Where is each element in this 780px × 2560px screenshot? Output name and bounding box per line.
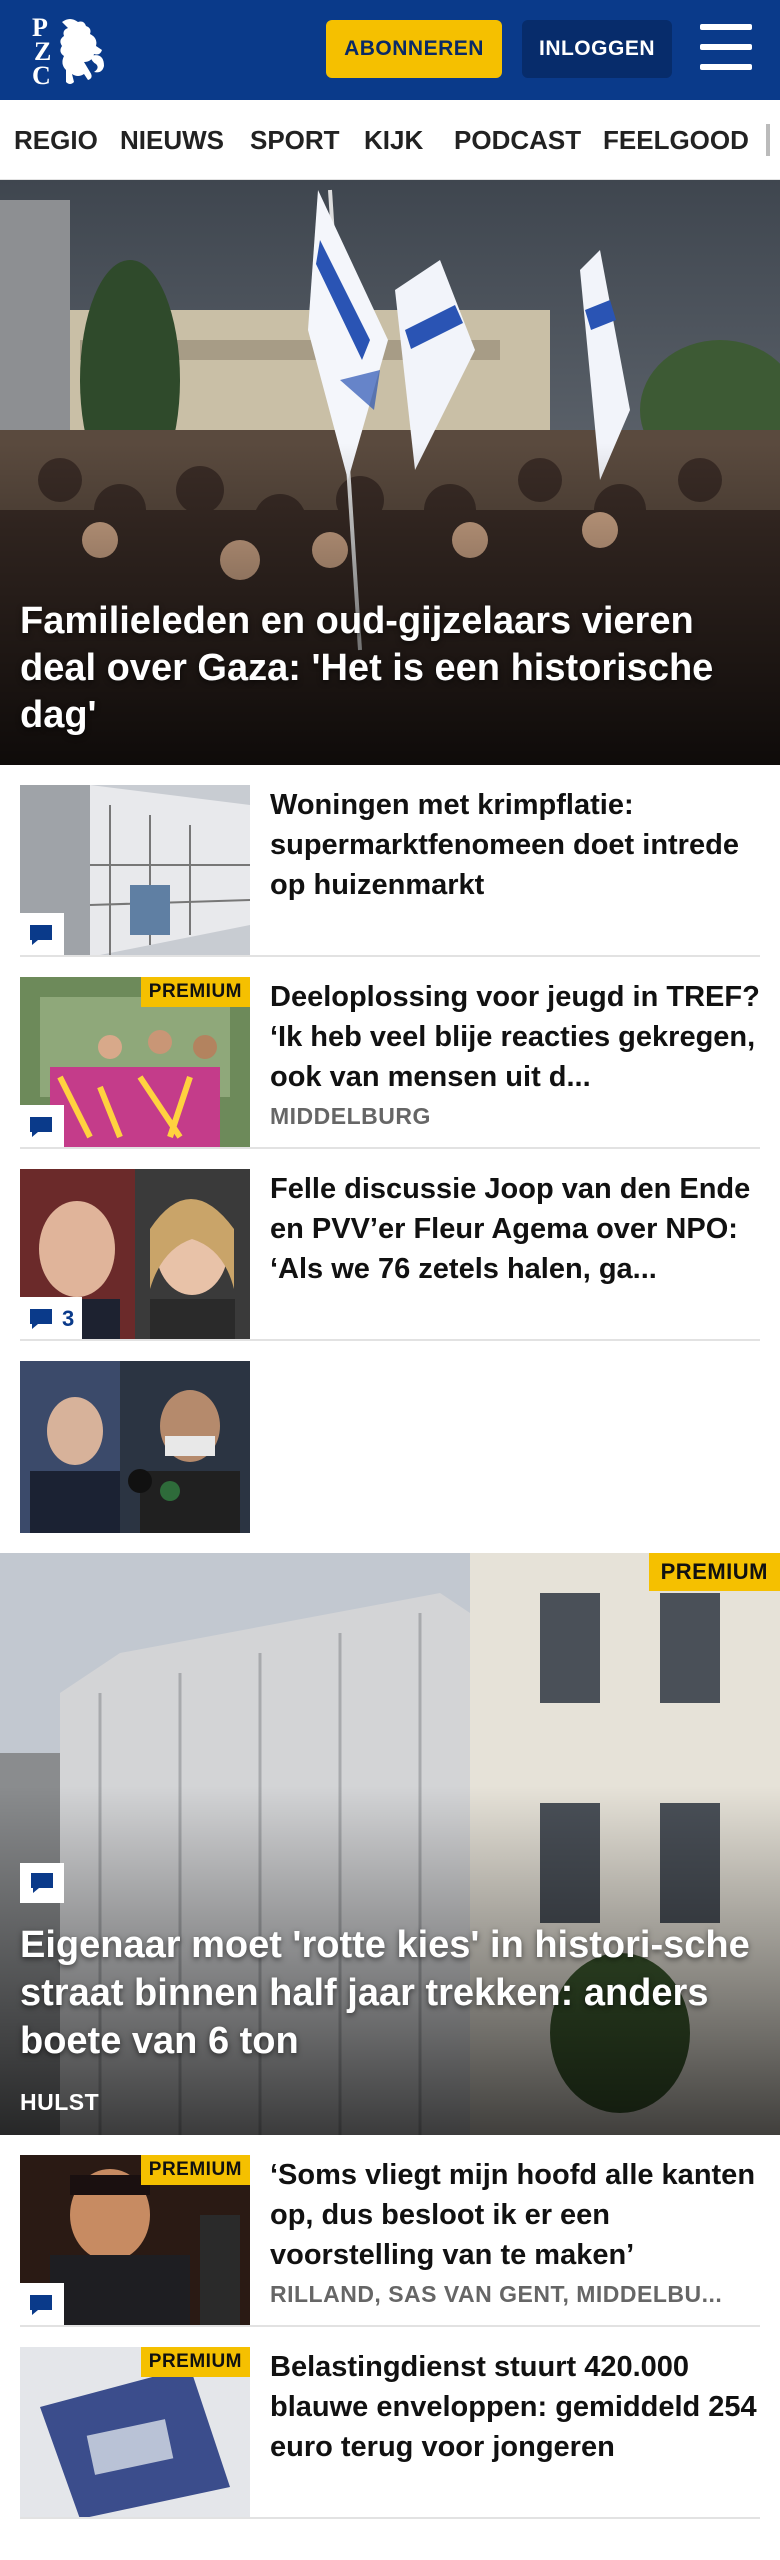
article-thumbnail: PREMIUM bbox=[20, 2347, 250, 2519]
comment-button[interactable] bbox=[20, 2283, 64, 2327]
comment-icon bbox=[30, 1117, 52, 1137]
article-thumbnail bbox=[20, 1361, 250, 1533]
nav-item-regio[interactable]: REGIO bbox=[14, 100, 98, 179]
article-location: RILLAND, SAS VAN GENT, MIDDELBU... bbox=[270, 2281, 723, 2307]
comment-button[interactable] bbox=[20, 913, 64, 957]
comment-button[interactable] bbox=[20, 1863, 64, 1903]
feature-location: HULST bbox=[20, 2089, 100, 2115]
feature-article[interactable]: PREMIUM Eigenaar moet 'rotte kies' in hi… bbox=[0, 1553, 780, 2135]
hero-title[interactable]: Familieleden en oud-gijzelaars vieren de… bbox=[20, 598, 760, 739]
nav-item-sport[interactable]: SPORT bbox=[250, 100, 340, 179]
comment-icon bbox=[30, 925, 52, 945]
nav-overflow-hint bbox=[766, 124, 770, 156]
article-thumbnail: 3 bbox=[20, 1169, 250, 1341]
pzc-logo[interactable]: P Z C bbox=[28, 12, 110, 90]
premium-badge: PREMIUM bbox=[648, 1553, 780, 1591]
comment-button[interactable] bbox=[20, 1105, 64, 1149]
login-button[interactable]: INLOGGEN bbox=[522, 20, 672, 78]
comment-button[interactable]: 3 bbox=[20, 1297, 83, 1341]
nav-item-kijk[interactable]: KIJK bbox=[364, 100, 423, 179]
article-row[interactable]: PREMIUM Belastingdienst stuurt 420.000 b… bbox=[0, 2327, 780, 2519]
nav-item-feelgood[interactable]: FEELGOOD bbox=[603, 100, 749, 179]
article-title[interactable]: Deeloplossing voor jeugd in TREF? ‘Ik he… bbox=[270, 977, 760, 1097]
hero-article[interactable]: Familieleden en oud-gijzelaars vieren de… bbox=[0, 180, 780, 765]
article-thumbnail: PREMIUM bbox=[20, 977, 250, 1149]
article-title[interactable]: ‘Soms vliegt mijn hoofd alle kanten op, … bbox=[270, 2155, 760, 2275]
article-row[interactable]: Woningen met krimpflatie: supermarktfeno… bbox=[0, 765, 780, 957]
premium-badge: PREMIUM bbox=[140, 977, 250, 1007]
article-row[interactable]: PREMIUM ‘Soms vliegt mijn hoofd alle kan… bbox=[0, 2135, 780, 2327]
svg-text:C: C bbox=[32, 61, 51, 88]
comment-icon bbox=[30, 1309, 52, 1329]
top-header: P Z C ABONNEREN INLOGGEN bbox=[0, 0, 780, 100]
section-nav: REGIO NIEUWS SPORT KIJK PODCAST FEELGOOD bbox=[0, 100, 780, 180]
hamburger-icon[interactable] bbox=[700, 24, 752, 72]
article-title[interactable]: Belastingdienst stuurt 420.000 blauwe en… bbox=[270, 2347, 760, 2467]
article-row[interactable]: 3 Felle discussie Joop van den Ende en P… bbox=[0, 1149, 780, 1341]
comment-icon bbox=[30, 2295, 52, 2315]
premium-badge: PREMIUM bbox=[140, 2155, 250, 2185]
nav-item-podcast[interactable]: PODCAST bbox=[454, 100, 581, 179]
feature-title[interactable]: Eigenaar moet 'rotte kies' in histori-sc… bbox=[20, 1921, 760, 2065]
article-thumbnail bbox=[20, 785, 250, 957]
divider bbox=[20, 2517, 760, 2519]
article-location: MIDDELBURG bbox=[270, 1103, 431, 1129]
nav-item-nieuws[interactable]: NIEUWS bbox=[120, 100, 224, 179]
article-title[interactable]: Felle discussie Joop van den Ende en PVV… bbox=[270, 1169, 760, 1289]
comment-count: 3 bbox=[62, 1306, 75, 1331]
article-title[interactable]: Woningen met krimpflatie: supermarktfeno… bbox=[270, 785, 760, 905]
premium-badge: PREMIUM bbox=[140, 2347, 250, 2377]
article-row[interactable]: PREMIUM Deeloplossing voor jeugd in TREF… bbox=[0, 957, 780, 1149]
comment-icon bbox=[31, 1873, 53, 1893]
subscribe-button[interactable]: ABONNEREN bbox=[326, 20, 502, 78]
article-row[interactable] bbox=[0, 1341, 780, 1533]
article-thumbnail: PREMIUM bbox=[20, 2155, 250, 2327]
